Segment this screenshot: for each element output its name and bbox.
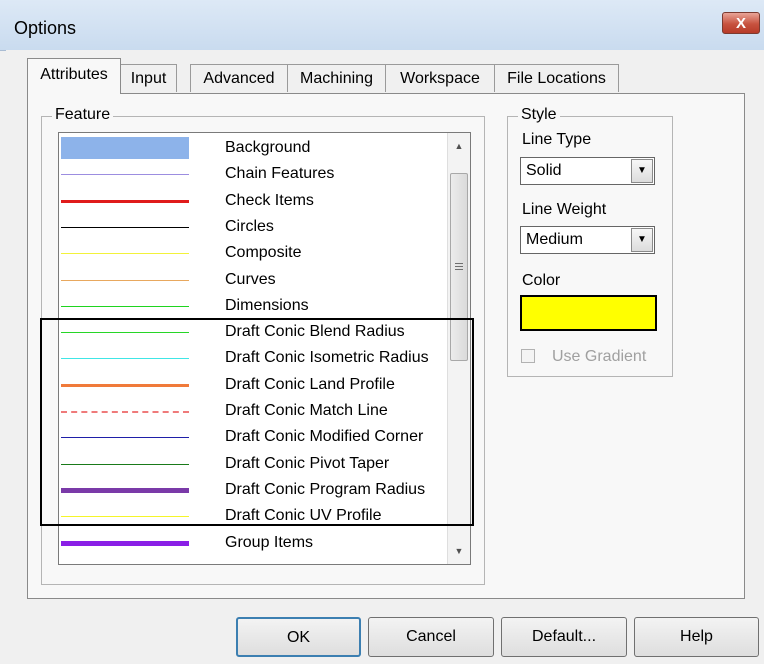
style-group-label: Style — [518, 106, 560, 124]
line-style-swatch — [61, 199, 189, 203]
line-style-swatch — [61, 305, 189, 307]
feature-list-item-label: Check Items — [225, 191, 314, 209]
line-style-swatch — [61, 174, 189, 176]
line-style-swatch — [61, 279, 189, 281]
grip-line — [455, 269, 463, 270]
line-type-dropdown-button[interactable]: ▼ — [631, 159, 653, 183]
feature-list-item[interactable]: Chain Features — [59, 161, 451, 187]
close-button[interactable]: X — [722, 12, 760, 34]
line-weight-value: Medium — [526, 231, 583, 248]
line-type-dropdown[interactable]: Solid ▼ — [520, 157, 655, 185]
feature-list-item-label: Chain Features — [225, 165, 335, 183]
scroll-up-button[interactable]: ▲ — [448, 135, 470, 157]
line-type-label: Line Type — [522, 131, 592, 148]
feature-list-item[interactable]: Curves — [59, 267, 451, 293]
tab-attributes[interactable]: Attributes — [27, 58, 121, 94]
feature-list-item[interactable]: Circles — [59, 214, 451, 240]
line-style-swatch — [61, 226, 189, 228]
selection-highlight-box — [40, 318, 474, 526]
tab-workspace[interactable]: Workspace — [385, 64, 495, 92]
feature-list-item[interactable]: Background — [59, 135, 451, 161]
feature-list-item[interactable]: Group Items — [59, 530, 451, 556]
scroll-down-button[interactable]: ▼ — [448, 540, 470, 562]
chevron-down-icon: ▼ — [637, 165, 647, 176]
close-icon: X — [735, 15, 746, 32]
title-bar[interactable]: Options X — [0, 0, 764, 51]
feature-list-item-label: Circles — [225, 217, 274, 235]
help-button[interactable]: Help — [634, 617, 759, 657]
tab-file-locations[interactable]: File Locations — [494, 64, 619, 92]
tab-input[interactable]: Input — [120, 64, 177, 92]
color-label: Color — [522, 272, 561, 289]
cancel-button[interactable]: Cancel — [368, 617, 494, 657]
use-gradient-label: Use Gradient — [552, 348, 647, 365]
grip-line — [455, 263, 463, 264]
feature-list-item[interactable]: Check Items — [59, 188, 451, 214]
feature-list-item-label: Group Items — [225, 533, 314, 551]
chevron-down-icon: ▼ — [637, 234, 647, 245]
ok-button[interactable]: OK — [236, 617, 361, 657]
default-button[interactable]: Default... — [501, 617, 627, 657]
feature-list-item-label: Curves — [225, 270, 276, 288]
tab-advanced[interactable]: Advanced — [190, 64, 288, 92]
chevron-up-icon: ▲ — [454, 141, 464, 151]
feature-list-item[interactable]: Dimensions — [59, 293, 451, 319]
feature-list-item-label: Background — [225, 139, 311, 156]
chevron-down-icon: ▼ — [454, 546, 464, 556]
grip-line — [455, 266, 463, 267]
line-style-swatch — [61, 137, 189, 159]
tab-machining[interactable]: Machining — [287, 64, 386, 92]
line-weight-dropdown-button[interactable]: ▼ — [631, 228, 653, 252]
line-weight-dropdown[interactable]: Medium ▼ — [520, 226, 655, 254]
feature-list-item-label: Composite — [225, 244, 302, 262]
line-weight-label: Line Weight — [522, 201, 607, 218]
line-style-swatch — [61, 253, 189, 255]
options-dialog: Options X Attributes Input Advanced Mach… — [0, 0, 764, 664]
feature-list-item-label: Dimensions — [225, 296, 309, 314]
color-swatch-button[interactable] — [520, 295, 657, 331]
window-title: Options — [14, 18, 77, 38]
line-type-value: Solid — [526, 162, 562, 179]
line-style-swatch — [61, 540, 189, 546]
feature-group-label: Feature — [52, 106, 114, 124]
use-gradient-checkbox[interactable] — [521, 349, 535, 363]
feature-list-item[interactable]: Composite — [59, 240, 451, 266]
